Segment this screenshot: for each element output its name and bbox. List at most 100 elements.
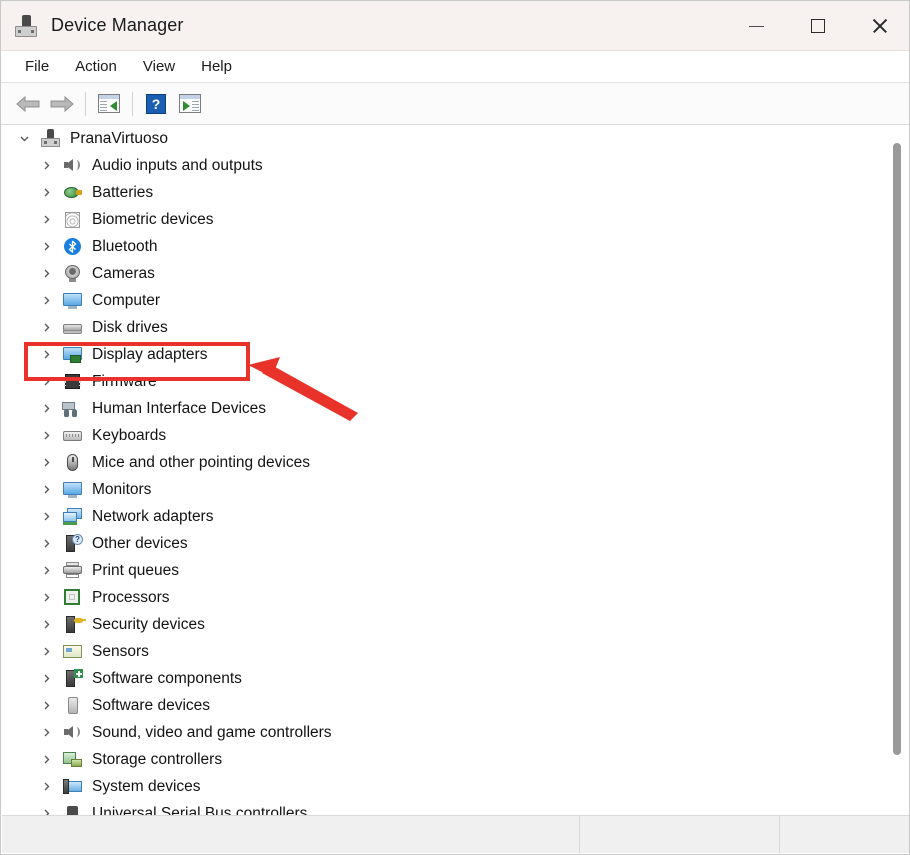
security-device-icon bbox=[62, 615, 86, 634]
mouse-icon bbox=[62, 453, 83, 472]
device-tree: PranaVirtuoso Audio inputs and outputs B… bbox=[2, 125, 882, 817]
tree-item-human-interface-devices[interactable]: Human Interface Devices bbox=[2, 395, 882, 422]
chevron-right-icon[interactable] bbox=[38, 158, 54, 174]
chevron-right-icon[interactable] bbox=[38, 563, 54, 579]
chevron-right-icon[interactable] bbox=[38, 644, 54, 660]
tree-item-processors[interactable]: Processors bbox=[2, 584, 882, 611]
minimize-icon bbox=[748, 25, 764, 27]
tree-item-label: Print queues bbox=[92, 561, 180, 579]
menu-help[interactable]: Help bbox=[191, 55, 242, 78]
network-adapter-icon bbox=[62, 507, 83, 526]
forward-arrow-icon bbox=[50, 95, 74, 112]
tree-item-display-adapters[interactable]: Display adapters bbox=[2, 341, 882, 368]
tree-item-label: Sensors bbox=[92, 642, 149, 660]
tree-item-software-components[interactable]: Software components bbox=[2, 665, 882, 692]
tree-item-computer[interactable]: Computer bbox=[2, 287, 882, 314]
chevron-right-icon[interactable] bbox=[38, 509, 54, 525]
window-title: Device Manager bbox=[51, 15, 184, 35]
chevron-right-icon[interactable] bbox=[38, 536, 54, 552]
tree-item-label: Security devices bbox=[92, 615, 205, 633]
properties-icon bbox=[98, 94, 120, 113]
tree-item-label: Bluetooth bbox=[92, 237, 158, 255]
menu-action[interactable]: Action bbox=[65, 55, 127, 78]
tree-item-mice-and-other-pointing-devices[interactable]: Mice and other pointing devices bbox=[2, 449, 882, 476]
chevron-right-icon[interactable] bbox=[38, 455, 54, 471]
tree-item-sound-video-and-game-controllers[interactable]: Sound, video and game controllers bbox=[2, 719, 882, 746]
tree-item-keyboards[interactable]: Keyboards bbox=[2, 422, 882, 449]
forward-button[interactable] bbox=[45, 88, 79, 120]
show-hidden-devices-button[interactable] bbox=[173, 88, 207, 120]
help-icon: ? bbox=[146, 93, 166, 114]
tree-item-bluetooth[interactable]: Bluetooth bbox=[2, 233, 882, 260]
chevron-right-icon[interactable] bbox=[38, 347, 54, 363]
hid-icon bbox=[62, 399, 83, 418]
scrollbar-thumb[interactable] bbox=[893, 143, 901, 755]
back-button[interactable] bbox=[11, 88, 45, 120]
vertical-scrollbar[interactable] bbox=[886, 125, 908, 817]
chevron-right-icon[interactable] bbox=[38, 482, 54, 498]
tree-item-label: Batteries bbox=[92, 183, 154, 201]
toolbar-separator bbox=[85, 91, 86, 116]
tree-item-label: Processors bbox=[92, 588, 170, 606]
chevron-right-icon[interactable] bbox=[38, 293, 54, 309]
chevron-right-icon[interactable] bbox=[38, 239, 54, 255]
tree-item-label: Network adapters bbox=[92, 507, 214, 525]
chevron-right-icon[interactable] bbox=[38, 698, 54, 714]
sound-video-icon bbox=[62, 723, 83, 742]
chevron-right-icon[interactable] bbox=[38, 401, 54, 417]
chevron-right-icon[interactable] bbox=[38, 428, 54, 444]
window-controls bbox=[725, 1, 909, 51]
chevron-right-icon[interactable] bbox=[38, 212, 54, 228]
tree-item-audio-inputs-and-outputs[interactable]: Audio inputs and outputs bbox=[2, 152, 882, 179]
toolbar: ? bbox=[1, 83, 909, 125]
tree-item-firmware[interactable]: Firmware bbox=[2, 368, 882, 395]
chevron-right-icon[interactable] bbox=[38, 590, 54, 606]
chevron-right-icon[interactable] bbox=[38, 617, 54, 633]
status-segment-tertiary bbox=[780, 816, 909, 853]
tree-item-label: Audio inputs and outputs bbox=[92, 156, 263, 174]
tree-item-network-adapters[interactable]: Network adapters bbox=[2, 503, 882, 530]
tree-item-batteries[interactable]: Batteries bbox=[2, 179, 882, 206]
chevron-right-icon[interactable] bbox=[38, 671, 54, 687]
show-hidden-icon bbox=[179, 94, 201, 113]
chevron-right-icon[interactable] bbox=[38, 185, 54, 201]
firmware-chip-icon bbox=[62, 372, 83, 391]
status-segment-main bbox=[2, 816, 580, 853]
tree-item-print-queues[interactable]: Print queues bbox=[2, 557, 882, 584]
software-device-icon bbox=[62, 696, 83, 715]
tree-item-label: Biometric devices bbox=[92, 210, 214, 228]
menu-view[interactable]: View bbox=[133, 55, 185, 78]
menu-bar: File Action View Help bbox=[1, 51, 909, 83]
tree-item-sensors[interactable]: Sensors bbox=[2, 638, 882, 665]
maximize-button[interactable] bbox=[787, 1, 849, 51]
close-button[interactable] bbox=[849, 1, 909, 51]
tree-item-cameras[interactable]: Cameras bbox=[2, 260, 882, 287]
tree-item-pranavirtuoso[interactable]: PranaVirtuoso bbox=[2, 125, 882, 152]
chevron-right-icon[interactable] bbox=[38, 374, 54, 390]
tree-item-software-devices[interactable]: Software devices bbox=[2, 692, 882, 719]
device-tree-pane[interactable]: PranaVirtuoso Audio inputs and outputs B… bbox=[2, 125, 909, 817]
monitor-icon bbox=[62, 291, 83, 310]
tree-item-biometric-devices[interactable]: Biometric devices bbox=[2, 206, 882, 233]
tree-item-other-devices[interactable]: ? Other devices bbox=[2, 530, 882, 557]
keyboard-icon bbox=[62, 426, 83, 445]
tree-item-system-devices[interactable]: System devices bbox=[2, 773, 882, 800]
properties-button[interactable] bbox=[92, 88, 126, 120]
storage-controller-icon bbox=[62, 750, 83, 769]
chevron-down-icon[interactable] bbox=[16, 131, 32, 147]
tree-item-monitors[interactable]: Monitors bbox=[2, 476, 882, 503]
minimize-button[interactable] bbox=[725, 1, 787, 51]
chevron-right-icon[interactable] bbox=[38, 779, 54, 795]
chevron-right-icon[interactable] bbox=[38, 266, 54, 282]
menu-file[interactable]: File bbox=[15, 55, 59, 78]
tree-item-security-devices[interactable]: Security devices bbox=[2, 611, 882, 638]
tree-item-label: Human Interface Devices bbox=[92, 399, 267, 417]
tree-item-storage-controllers[interactable]: Storage controllers bbox=[2, 746, 882, 773]
tree-item-disk-drives[interactable]: Disk drives bbox=[2, 314, 882, 341]
chevron-right-icon[interactable] bbox=[38, 320, 54, 336]
system-device-icon bbox=[62, 777, 83, 796]
help-button[interactable]: ? bbox=[139, 88, 173, 120]
tree-item-label: Cameras bbox=[92, 264, 155, 282]
chevron-right-icon[interactable] bbox=[38, 725, 54, 741]
chevron-right-icon[interactable] bbox=[38, 752, 54, 768]
